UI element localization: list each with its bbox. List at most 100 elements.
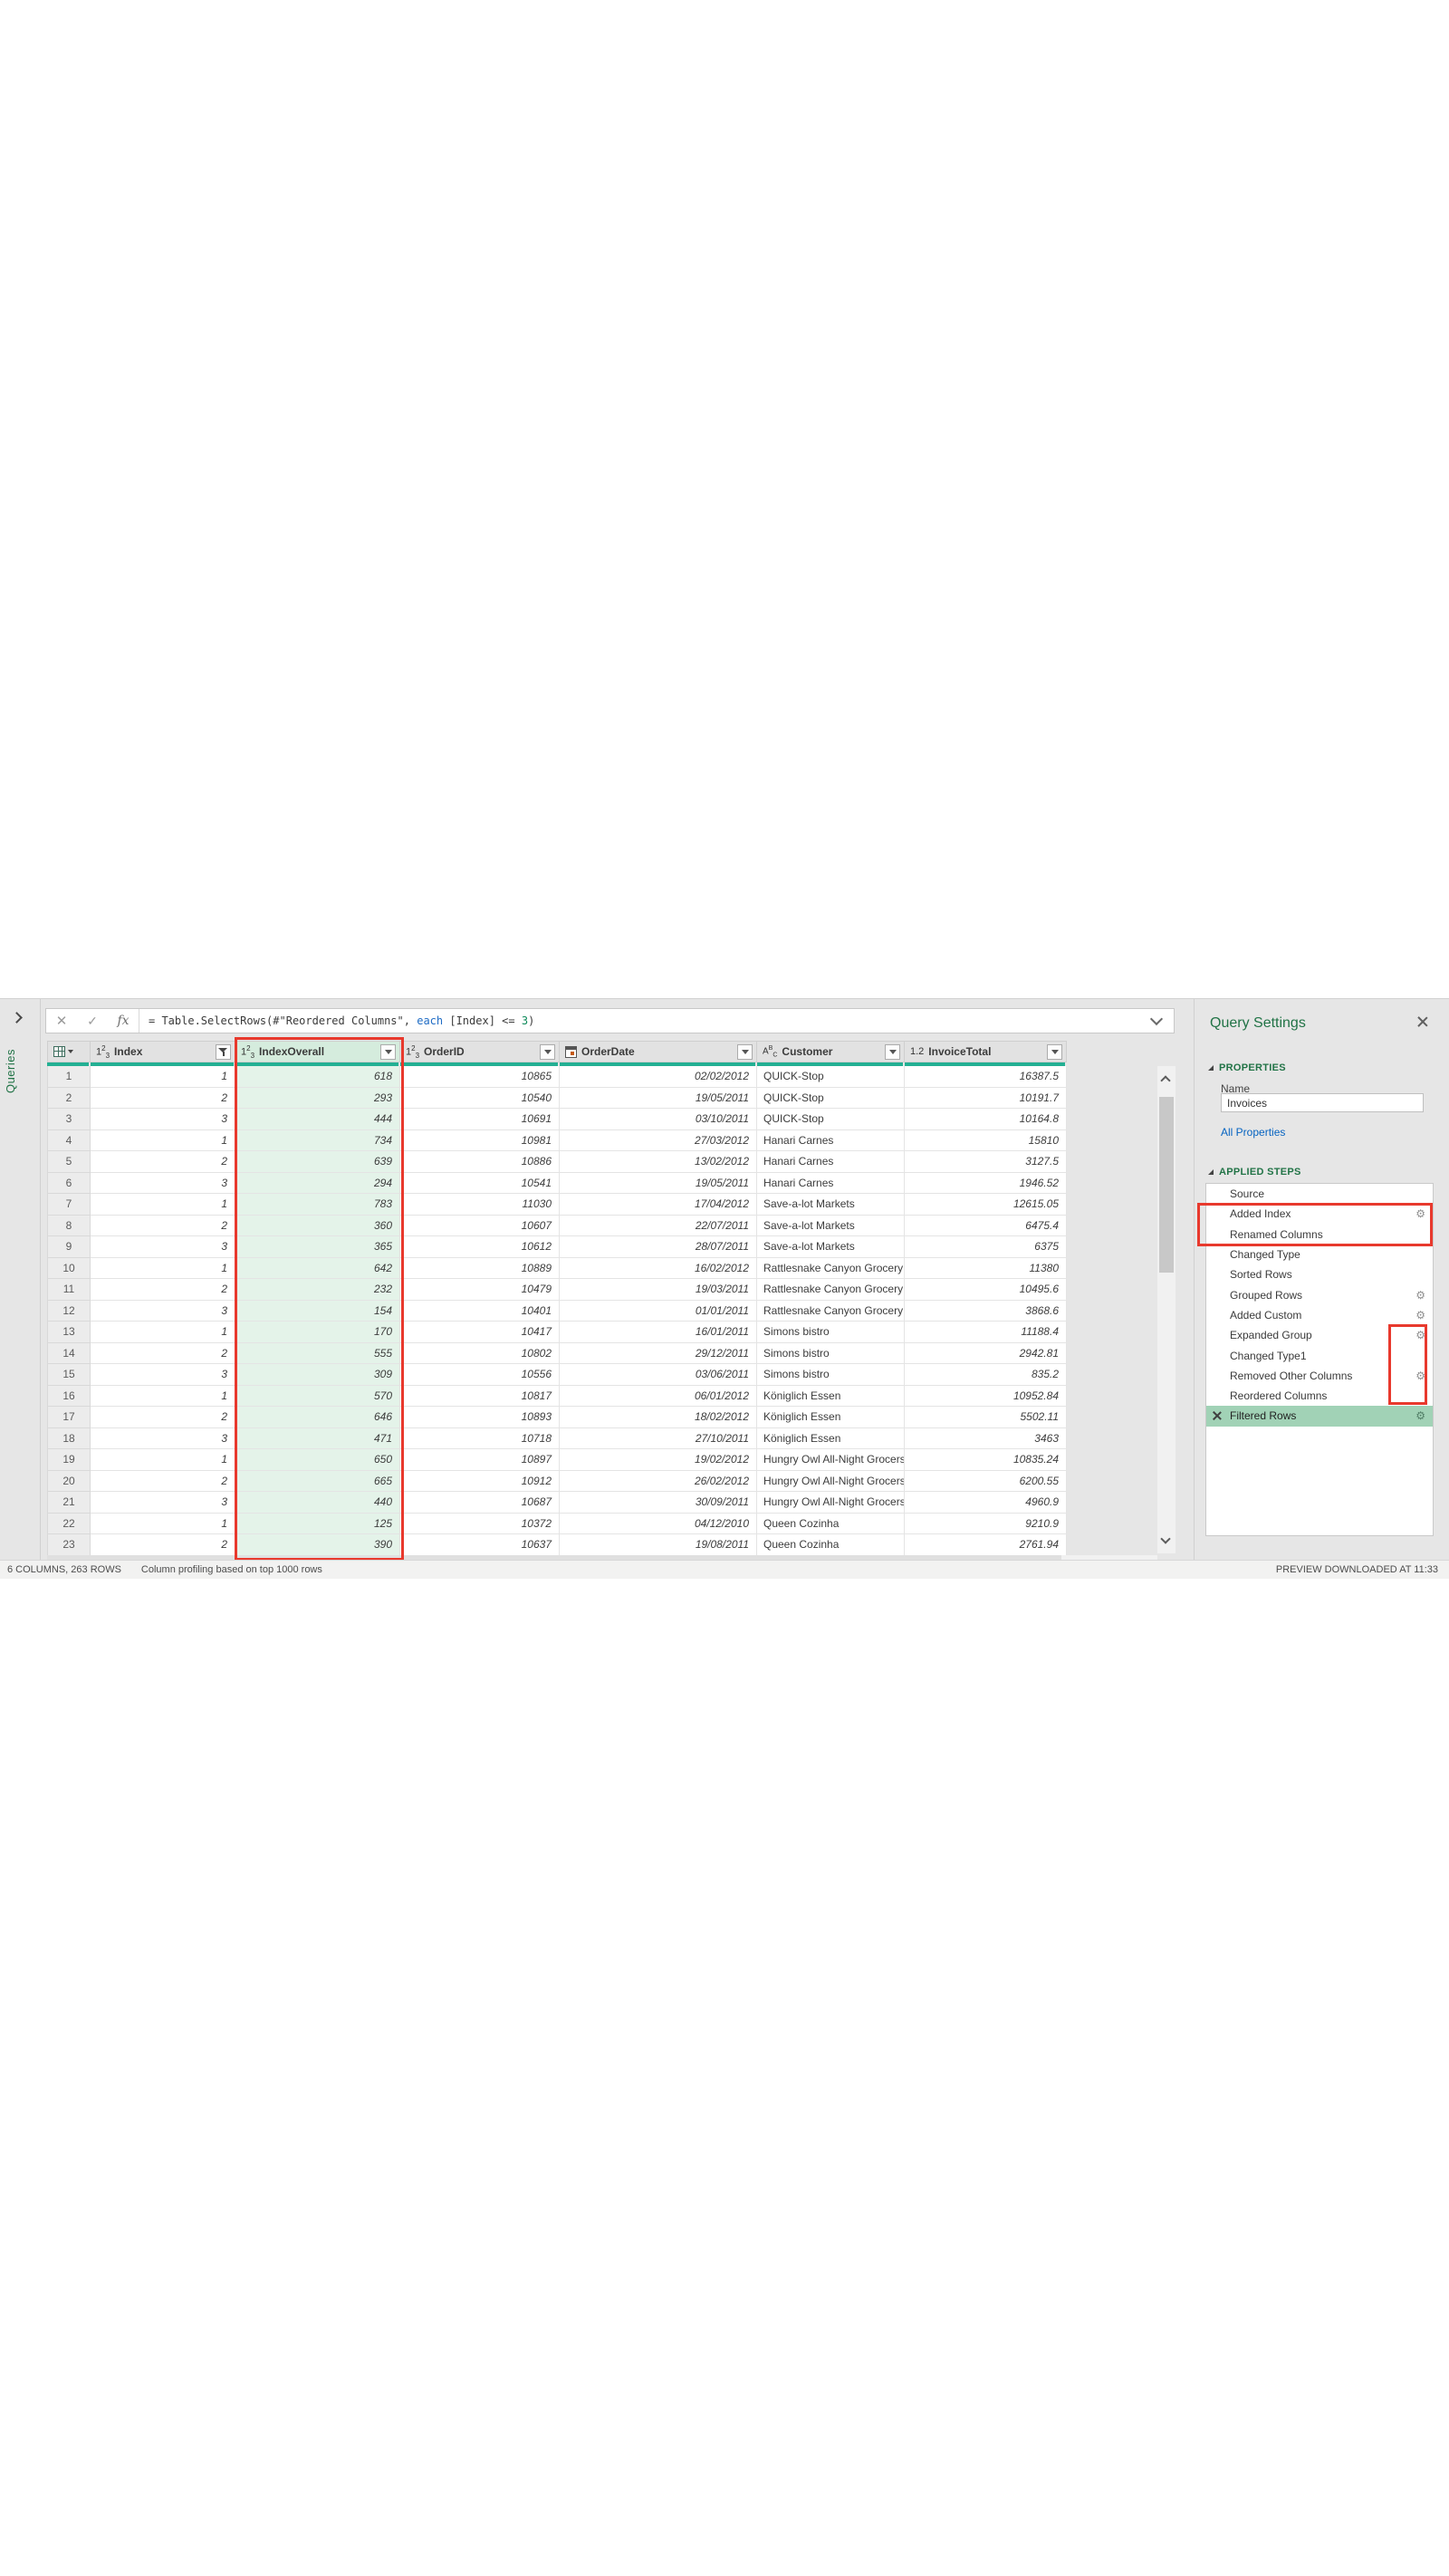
table-cell[interactable]: 29/12/2011 xyxy=(560,1342,757,1364)
table-cell[interactable]: 642 xyxy=(235,1257,400,1279)
table-cell[interactable]: Hungry Owl All-Night Grocers xyxy=(757,1470,905,1492)
table-cell[interactable]: 19/08/2011 xyxy=(560,1534,757,1556)
table-cell[interactable]: Königlich Essen xyxy=(757,1427,905,1449)
column-header-customer[interactable]: ABC Customer xyxy=(757,1041,905,1062)
table-cell[interactable]: 1 xyxy=(91,1257,235,1279)
table-cell[interactable]: 1 xyxy=(91,1449,235,1471)
gear-icon[interactable]: ⚙ xyxy=(1415,1370,1425,1382)
applied-step-added-index[interactable]: Added Index ⚙ xyxy=(1206,1204,1433,1224)
table-cell[interactable]: 6200.55 xyxy=(905,1470,1067,1492)
gear-icon[interactable]: ⚙ xyxy=(1415,1409,1425,1422)
table-cell[interactable]: Königlich Essen xyxy=(757,1407,905,1428)
table-cell[interactable]: Save-a-lot Markets xyxy=(757,1215,905,1236)
table-cell[interactable]: 2 xyxy=(91,1342,235,1364)
table-cell[interactable]: Hanari Carnes xyxy=(757,1172,905,1194)
table-cell[interactable]: 646 xyxy=(235,1407,400,1428)
table-cell[interactable]: 6475.4 xyxy=(905,1215,1067,1236)
table-cell[interactable]: 10835.24 xyxy=(905,1449,1067,1471)
table-cell[interactable]: 665 xyxy=(235,1470,400,1492)
row-number[interactable]: 15 xyxy=(47,1364,91,1386)
table-cell[interactable]: 19/03/2011 xyxy=(560,1279,757,1301)
table-cell[interactable]: 10886 xyxy=(400,1151,560,1173)
table-cell[interactable]: 10981 xyxy=(400,1129,560,1151)
row-number[interactable]: 9 xyxy=(47,1236,91,1258)
table-cell[interactable]: 01/01/2011 xyxy=(560,1300,757,1322)
column-header-orderdate[interactable]: OrderDate xyxy=(560,1041,757,1062)
table-cell[interactable]: 27/10/2011 xyxy=(560,1427,757,1449)
table-cell[interactable]: 30/09/2011 xyxy=(560,1492,757,1514)
table-cell[interactable]: 10802 xyxy=(400,1342,560,1364)
table-cell[interactable]: 3127.5 xyxy=(905,1151,1067,1173)
table-cell[interactable]: 10401 xyxy=(400,1300,560,1322)
applied-step-source[interactable]: Source xyxy=(1206,1184,1433,1204)
select-all-cell[interactable] xyxy=(47,1041,91,1062)
table-cell[interactable]: 04/12/2010 xyxy=(560,1513,757,1534)
table-cell[interactable]: 154 xyxy=(235,1300,400,1322)
table-cell[interactable]: 10912 xyxy=(400,1470,560,1492)
table-cell[interactable]: Rattlesnake Canyon Grocery xyxy=(757,1279,905,1301)
table-cell[interactable]: Hungry Owl All-Night Grocers xyxy=(757,1449,905,1471)
table-cell[interactable]: 390 xyxy=(235,1534,400,1556)
table-cell[interactable]: 6375 xyxy=(905,1236,1067,1258)
table-cell[interactable]: 2761.94 xyxy=(905,1534,1067,1556)
table-cell[interactable]: 1 xyxy=(91,1194,235,1216)
row-number[interactable]: 2 xyxy=(47,1087,91,1109)
applied-steps-section-header[interactable]: APPLIED STEPS xyxy=(1208,1167,1301,1177)
table-cell[interactable]: 10817 xyxy=(400,1385,560,1407)
table-cell[interactable]: 06/01/2012 xyxy=(560,1385,757,1407)
row-number[interactable]: 14 xyxy=(47,1342,91,1364)
column-dropdown-icon[interactable] xyxy=(737,1043,753,1060)
row-number[interactable]: 1 xyxy=(47,1066,91,1088)
row-number[interactable]: 20 xyxy=(47,1470,91,1492)
table-cell[interactable]: 11188.4 xyxy=(905,1322,1067,1343)
column-header-orderid[interactable]: 123 OrderID xyxy=(400,1041,560,1062)
row-number[interactable]: 11 xyxy=(47,1279,91,1301)
table-cell[interactable]: 18/02/2012 xyxy=(560,1407,757,1428)
column-dropdown-icon[interactable] xyxy=(380,1043,396,1060)
row-number[interactable]: 8 xyxy=(47,1215,91,1236)
table-cell[interactable]: 27/03/2012 xyxy=(560,1129,757,1151)
queries-pane-tab[interactable]: Queries xyxy=(4,1049,36,1093)
table-cell[interactable]: 2 xyxy=(91,1087,235,1109)
table-cell[interactable]: 10541 xyxy=(400,1172,560,1194)
column-header-invoicetotal[interactable]: 1.2 InvoiceTotal xyxy=(905,1041,1067,1062)
table-cell[interactable]: 11380 xyxy=(905,1257,1067,1279)
applied-step-grouped-rows[interactable]: Grouped Rows ⚙ xyxy=(1206,1284,1433,1304)
row-number[interactable]: 19 xyxy=(47,1449,91,1471)
table-cell[interactable]: 10691 xyxy=(400,1109,560,1130)
table-cell[interactable]: 444 xyxy=(235,1109,400,1130)
table-cell[interactable]: 1 xyxy=(91,1129,235,1151)
table-cell[interactable]: 2942.81 xyxy=(905,1342,1067,1364)
gear-icon[interactable]: ⚙ xyxy=(1415,1289,1425,1302)
applied-step-expanded-group[interactable]: Expanded Group ⚙ xyxy=(1206,1325,1433,1345)
table-cell[interactable]: 170 xyxy=(235,1322,400,1343)
table-cell[interactable]: 734 xyxy=(235,1129,400,1151)
table-cell[interactable]: 10495.6 xyxy=(905,1279,1067,1301)
gear-icon[interactable]: ⚙ xyxy=(1415,1309,1425,1322)
table-cell[interactable]: 3 xyxy=(91,1109,235,1130)
table-cell[interactable]: 10893 xyxy=(400,1407,560,1428)
table-cell[interactable]: 26/02/2012 xyxy=(560,1470,757,1492)
row-number[interactable]: 22 xyxy=(47,1513,91,1534)
table-cell[interactable]: QUICK-Stop xyxy=(757,1087,905,1109)
row-number[interactable]: 21 xyxy=(47,1492,91,1514)
table-cell[interactable]: 10607 xyxy=(400,1215,560,1236)
applied-step-changed-type[interactable]: Changed Type xyxy=(1206,1245,1433,1264)
all-properties-link[interactable]: All Properties xyxy=(1221,1126,1285,1139)
applied-step-removed-other-columns[interactable]: Removed Other Columns ⚙ xyxy=(1206,1366,1433,1386)
table-cell[interactable]: 555 xyxy=(235,1342,400,1364)
table-cell[interactable]: 232 xyxy=(235,1279,400,1301)
table-cell[interactable]: 19/05/2011 xyxy=(560,1087,757,1109)
table-cell[interactable]: 618 xyxy=(235,1066,400,1088)
table-cell[interactable]: 1 xyxy=(91,1385,235,1407)
formula-input[interactable]: = Table.SelectRows(#"Reordered Columns",… xyxy=(149,1014,1147,1027)
filter-applied-icon[interactable] xyxy=(216,1043,231,1060)
table-cell[interactable]: 15810 xyxy=(905,1129,1067,1151)
applied-step-renamed-columns[interactable]: Renamed Columns xyxy=(1206,1225,1433,1245)
column-dropdown-icon[interactable] xyxy=(1047,1043,1062,1060)
table-cell[interactable]: 10417 xyxy=(400,1322,560,1343)
query-name-input[interactable] xyxy=(1221,1093,1424,1112)
table-cell[interactable]: Simons bistro xyxy=(757,1364,905,1386)
table-cell[interactable]: Hanari Carnes xyxy=(757,1129,905,1151)
table-cell[interactable]: 360 xyxy=(235,1215,400,1236)
